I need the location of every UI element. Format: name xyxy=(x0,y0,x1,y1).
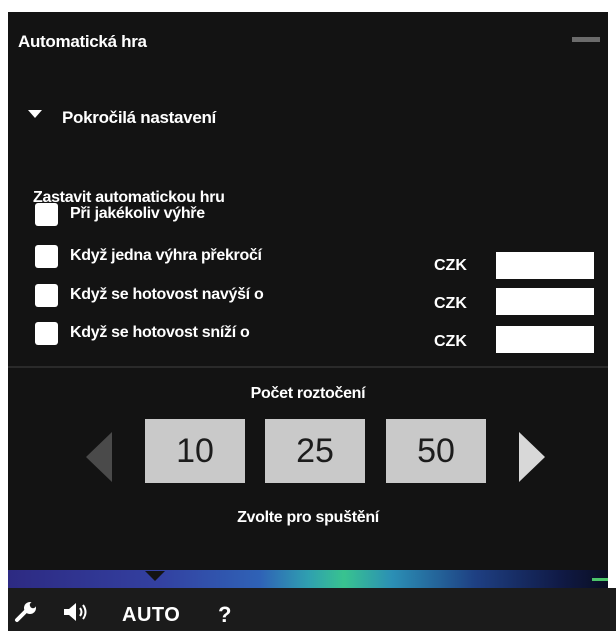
triangle-down-icon xyxy=(28,110,42,118)
currency-label: CZK xyxy=(434,295,467,312)
spin-count-title: Počet roztočení xyxy=(250,385,366,402)
divider xyxy=(8,366,608,368)
option-single-win-exceeds: Když jedna výhra překročí xyxy=(35,243,262,269)
single-win-amount-input[interactable] xyxy=(496,252,594,279)
next-arrow-icon[interactable] xyxy=(519,432,545,482)
speaker-icon[interactable] xyxy=(62,601,94,628)
any-win-checkbox[interactable] xyxy=(35,202,58,226)
wrench-icon[interactable] xyxy=(14,601,38,628)
pointer-notch xyxy=(145,571,165,581)
help-button[interactable]: ? xyxy=(218,602,231,628)
currency-label: CZK xyxy=(434,257,467,274)
minimize-button[interactable] xyxy=(572,37,600,42)
spin-option-button[interactable]: 50 xyxy=(386,419,486,483)
bottom-toolbar: AUTO ? xyxy=(8,588,616,631)
spin-option-button[interactable]: 25 xyxy=(265,419,365,483)
option-balance-decrease: Když se hotovost sníží o xyxy=(35,320,250,346)
previous-arrow-icon[interactable] xyxy=(86,432,112,482)
spin-option-button[interactable]: 10 xyxy=(145,419,245,483)
balance-increase-amount-input[interactable] xyxy=(496,288,594,315)
single-win-checkbox[interactable] xyxy=(35,244,58,268)
indicator-tick xyxy=(592,578,608,581)
option-any-win: Při jakékoliv výhře xyxy=(35,201,205,227)
panel-title: Automatická hra xyxy=(18,32,147,51)
option-balance-increase: Když se hotovost navýší o xyxy=(35,282,264,308)
progress-gradient-bar xyxy=(8,570,608,588)
autoplay-panel: Automatická hra Pokročilá nastavení Zast… xyxy=(8,12,608,570)
balance-decrease-amount-input[interactable] xyxy=(496,326,594,353)
currency-label: CZK xyxy=(434,333,467,350)
option-label: Když se hotovost sníží o xyxy=(70,324,250,341)
advanced-settings-toggle[interactable]: Pokročilá nastavení xyxy=(28,108,216,128)
option-label: Když jedna výhra překročí xyxy=(70,247,262,264)
balance-increase-checkbox[interactable] xyxy=(35,283,58,307)
option-label: Když se hotovost navýší o xyxy=(70,286,264,303)
auto-button[interactable]: AUTO xyxy=(122,604,180,627)
start-hint: Zvolte pro spuštění xyxy=(237,509,379,526)
balance-decrease-checkbox[interactable] xyxy=(35,321,58,345)
option-label: Při jakékoliv výhře xyxy=(70,205,205,222)
advanced-settings-label: Pokročilá nastavení xyxy=(62,108,216,127)
